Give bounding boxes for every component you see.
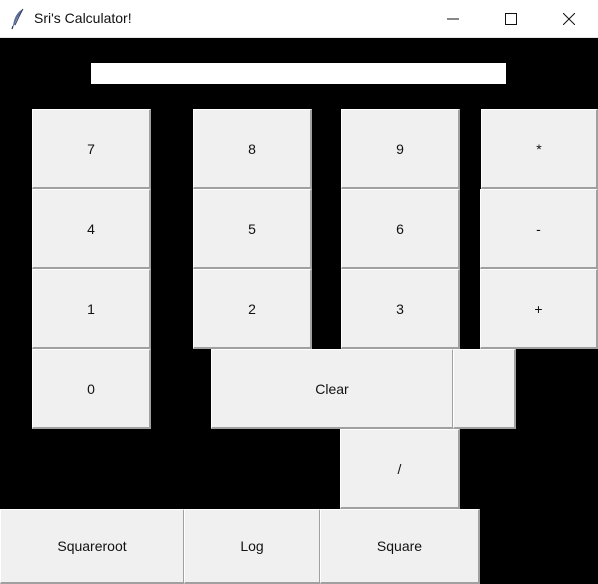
button-8[interactable]: 8	[193, 109, 312, 189]
button-1[interactable]: 1	[32, 269, 151, 349]
title-bar[interactable]: Sri's Calculator!	[0, 0, 598, 38]
button-4[interactable]: 4	[32, 189, 151, 269]
blank-button[interactable]	[453, 349, 516, 429]
add-button[interactable]: +	[480, 269, 598, 349]
square-button[interactable]: Square	[320, 509, 480, 584]
clear-button[interactable]: Clear	[211, 349, 454, 429]
button-7[interactable]: 7	[32, 109, 151, 189]
log-button[interactable]: Log	[184, 509, 321, 584]
button-0[interactable]: 0	[32, 349, 151, 429]
close-button[interactable]	[546, 0, 592, 37]
close-icon	[563, 12, 575, 25]
multiply-button[interactable]: *	[481, 109, 598, 189]
calculator-body: 7 8 9 * 4 5 6 - 1 2 3 + 0 Clear / Square…	[0, 38, 598, 584]
minimize-button[interactable]	[430, 0, 476, 37]
minimize-icon	[447, 18, 459, 19]
maximize-icon	[505, 12, 517, 25]
display-field[interactable]	[91, 63, 506, 84]
subtract-button[interactable]: -	[480, 189, 598, 269]
squareroot-button[interactable]: Squareroot	[0, 509, 185, 584]
divide-button[interactable]: /	[340, 429, 460, 509]
button-5[interactable]: 5	[193, 189, 312, 269]
window-title: Sri's Calculator!	[34, 10, 132, 26]
button-2[interactable]: 2	[193, 269, 312, 349]
maximize-button[interactable]	[488, 0, 534, 37]
button-9[interactable]: 9	[341, 109, 460, 189]
button-3[interactable]: 3	[341, 269, 460, 349]
feather-icon	[11, 8, 24, 30]
button-6[interactable]: 6	[341, 189, 460, 269]
